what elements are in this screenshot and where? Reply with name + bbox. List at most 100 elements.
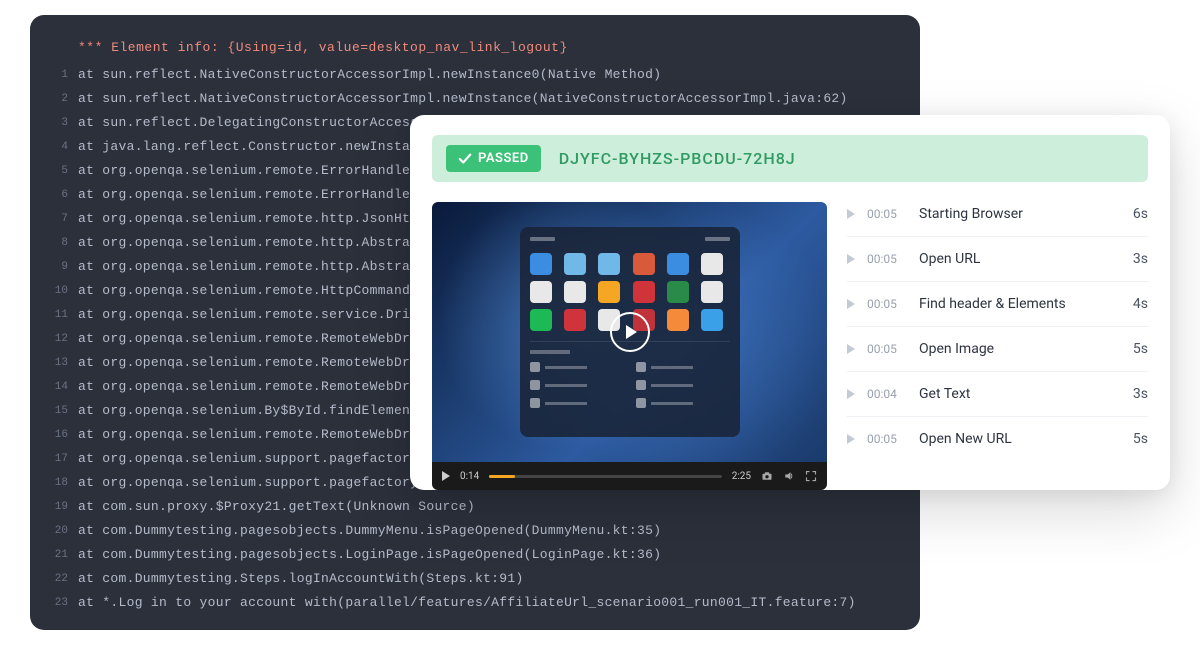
line-number: 8: [50, 231, 78, 255]
check-icon: [458, 152, 472, 166]
line-number: 14: [50, 375, 78, 399]
test-steps-list: 00:05 Starting Browser 6s 00:05 Open URL…: [847, 202, 1148, 490]
step-duration: 5s: [1133, 431, 1148, 447]
stacktrace-text: at sun.reflect.NativeConstructorAccessor…: [78, 87, 848, 111]
line-number: 20: [50, 519, 78, 543]
stacktrace-text: at com.sun.proxy.$Proxy21.getText(Unknow…: [78, 495, 475, 519]
step-timestamp: 00:05: [867, 207, 907, 221]
volume-icon[interactable]: [783, 470, 795, 482]
video-player[interactable]: 0:14 2:25: [432, 202, 827, 490]
play-step-icon[interactable]: [847, 389, 855, 399]
test-step-row[interactable]: 00:05 Starting Browser 6s: [847, 206, 1148, 237]
stacktrace-line: 21at com.Dummytesting.pagesobjects.Login…: [50, 543, 900, 567]
line-number: 7: [50, 207, 78, 231]
stacktrace-line: 22at com.Dummytesting.Steps.logInAccount…: [50, 567, 900, 591]
stacktrace-text: at *.Log in to your account with(paralle…: [78, 591, 856, 615]
stacktrace-text: at sun.reflect.NativeConstructorAccessor…: [78, 63, 661, 87]
app-tile-icon: [564, 309, 586, 331]
line-number: 5: [50, 159, 78, 183]
line-number: 16: [50, 423, 78, 447]
status-bar: PASSED DJYFC-BYHZS-PBCDU-72H8J: [432, 135, 1148, 182]
line-number: 18: [50, 471, 78, 495]
step-name: Open New URL: [919, 431, 1121, 447]
test-step-row[interactable]: 00:05 Open Image 5s: [847, 341, 1148, 372]
status-badge-passed: PASSED: [446, 145, 541, 172]
test-id: DJYFC-BYHZS-PBCDU-72H8J: [559, 149, 796, 168]
play-icon[interactable]: [610, 312, 650, 352]
line-number: 19: [50, 495, 78, 519]
step-name: Get Text: [919, 386, 1121, 402]
line-number: 21: [50, 543, 78, 567]
line-number: 12: [50, 327, 78, 351]
line-number: 9: [50, 255, 78, 279]
line-number: 13: [50, 351, 78, 375]
stacktrace-line: 1at sun.reflect.NativeConstructorAccesso…: [50, 63, 900, 87]
play-step-icon[interactable]: [847, 254, 855, 264]
stacktrace-line: 19at com.sun.proxy.$Proxy21.getText(Unkn…: [50, 495, 900, 519]
element-info-line: *** Element info: {Using=id, value=deskt…: [78, 40, 900, 55]
test-step-row[interactable]: 00:04 Get Text 3s: [847, 386, 1148, 417]
stacktrace-text: at com.Dummytesting.pagesobjects.LoginPa…: [78, 543, 661, 567]
video-duration: 2:25: [732, 471, 751, 482]
test-result-card: PASSED DJYFC-BYHZS-PBCDU-72H8J: [410, 115, 1170, 490]
app-tile-icon: [598, 281, 620, 303]
app-tile-icon: [598, 253, 620, 275]
step-duration: 6s: [1133, 206, 1148, 222]
line-number: 4: [50, 135, 78, 159]
test-step-row[interactable]: 00:05 Find header & Elements 4s: [847, 296, 1148, 327]
play-step-icon[interactable]: [847, 434, 855, 444]
line-number: 6: [50, 183, 78, 207]
step-timestamp: 00:05: [867, 252, 907, 266]
play-step-icon[interactable]: [847, 209, 855, 219]
stacktrace-line: 2at sun.reflect.NativeConstructorAccesso…: [50, 87, 900, 111]
video-controls[interactable]: 0:14 2:25: [432, 462, 827, 490]
step-name: Open Image: [919, 341, 1121, 357]
line-number: 2: [50, 87, 78, 111]
line-number: 17: [50, 447, 78, 471]
test-step-row[interactable]: 00:05 Open URL 3s: [847, 251, 1148, 282]
stacktrace-text: at com.Dummytesting.pagesobjects.DummyMe…: [78, 519, 661, 543]
step-name: Open URL: [919, 251, 1121, 267]
video-current-time: 0:14: [460, 471, 479, 482]
line-number: 10: [50, 279, 78, 303]
app-tile-icon: [701, 253, 723, 275]
stacktrace-text: at com.Dummytesting.Steps.logInAccountWi…: [78, 567, 524, 591]
stacktrace-line: 20at com.Dummytesting.pagesobjects.Dummy…: [50, 519, 900, 543]
line-number: 22: [50, 567, 78, 591]
app-tile-icon: [667, 253, 689, 275]
step-duration: 4s: [1133, 296, 1148, 312]
app-tile-icon: [564, 281, 586, 303]
app-tile-icon: [530, 253, 552, 275]
camera-icon[interactable]: [761, 470, 773, 482]
result-body: 0:14 2:25 00:05 Starting Browser 6s 00:0…: [432, 202, 1148, 490]
fullscreen-icon[interactable]: [805, 470, 817, 482]
test-step-row[interactable]: 00:05 Open New URL 5s: [847, 431, 1148, 463]
video-frame: [432, 202, 827, 462]
play-step-icon[interactable]: [847, 299, 855, 309]
status-label: PASSED: [478, 151, 529, 166]
app-tile-icon: [667, 309, 689, 331]
line-number: 3: [50, 111, 78, 135]
play-step-icon[interactable]: [847, 344, 855, 354]
app-tile-icon: [530, 309, 552, 331]
step-name: Find header & Elements: [919, 296, 1121, 312]
app-tile-icon: [667, 281, 689, 303]
step-duration: 5s: [1133, 341, 1148, 357]
line-number: 15: [50, 399, 78, 423]
step-timestamp: 00:04: [867, 387, 907, 401]
line-number: 1: [50, 63, 78, 87]
app-tile-icon: [701, 309, 723, 331]
line-number: 11: [50, 303, 78, 327]
video-progress-bar[interactable]: [489, 475, 721, 478]
app-tile-icon: [633, 281, 655, 303]
stacktrace-line: 23at *.Log in to your account with(paral…: [50, 591, 900, 615]
step-timestamp: 00:05: [867, 432, 907, 446]
app-tile-icon: [530, 281, 552, 303]
step-duration: 3s: [1133, 386, 1148, 402]
step-timestamp: 00:05: [867, 342, 907, 356]
step-duration: 3s: [1133, 251, 1148, 267]
app-tile-icon: [564, 253, 586, 275]
play-control-icon[interactable]: [442, 471, 450, 481]
app-tile-icon: [701, 281, 723, 303]
step-name: Starting Browser: [919, 206, 1121, 222]
